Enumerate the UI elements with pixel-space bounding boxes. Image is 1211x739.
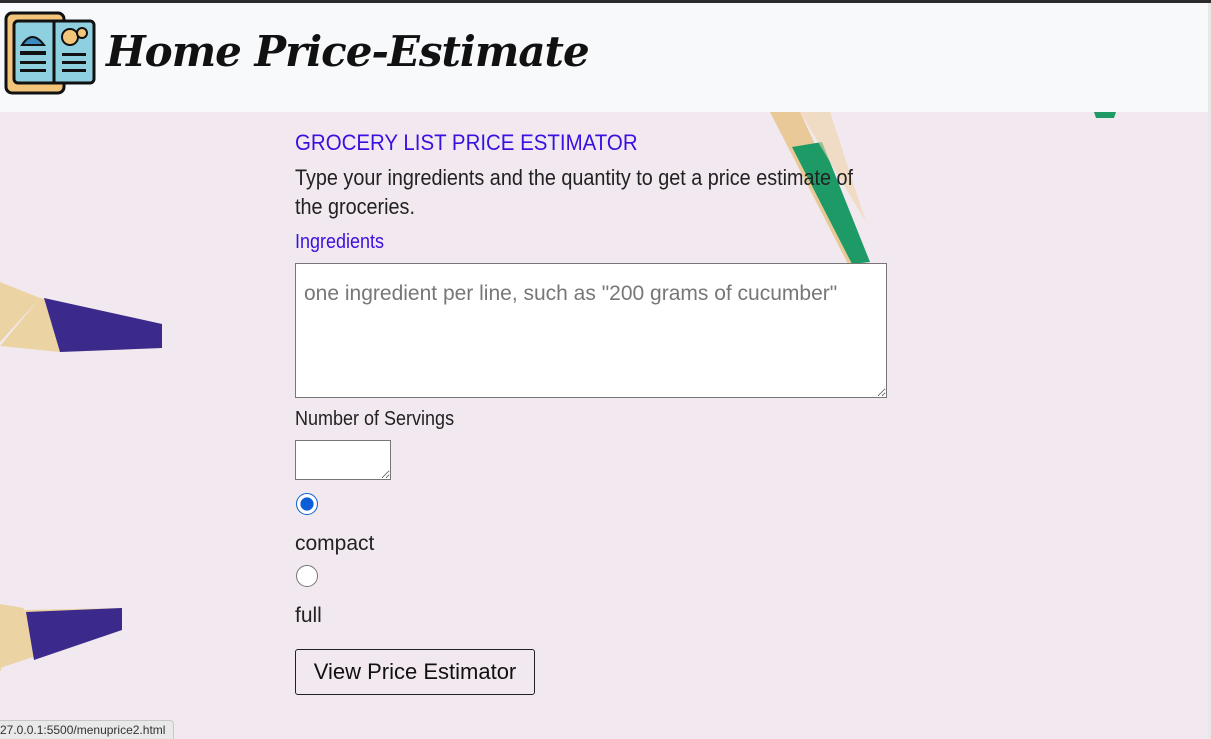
full-label: full — [295, 604, 322, 627]
brand-title[interactable]: Home Price-Estimate — [106, 27, 590, 76]
servings-input[interactable] — [295, 440, 391, 480]
compact-label: compact — [295, 532, 375, 555]
ingredients-input[interactable] — [295, 263, 887, 398]
servings-label: Number of Servings — [295, 408, 455, 430]
page-title: GROCERY LIST PRICE ESTIMATOR — [295, 130, 638, 155]
navbar: Home Price-Estimate — [0, 3, 1208, 112]
compact-radio-input[interactable] — [296, 493, 318, 515]
page-description: Type your ingredients and the quantity t… — [295, 165, 854, 219]
view-price-estimator-button[interactable]: View Price Estimator — [295, 649, 535, 695]
recipe-book-icon[interactable] — [4, 11, 98, 95]
full-radio-input[interactable] — [296, 565, 318, 587]
full-radio[interactable] — [295, 564, 319, 588]
status-bar-url: 27.0.0.1:5500/menuprice2.html — [0, 720, 175, 739]
ingredients-label: Ingredients — [295, 231, 385, 253]
compact-radio[interactable] — [295, 492, 319, 516]
